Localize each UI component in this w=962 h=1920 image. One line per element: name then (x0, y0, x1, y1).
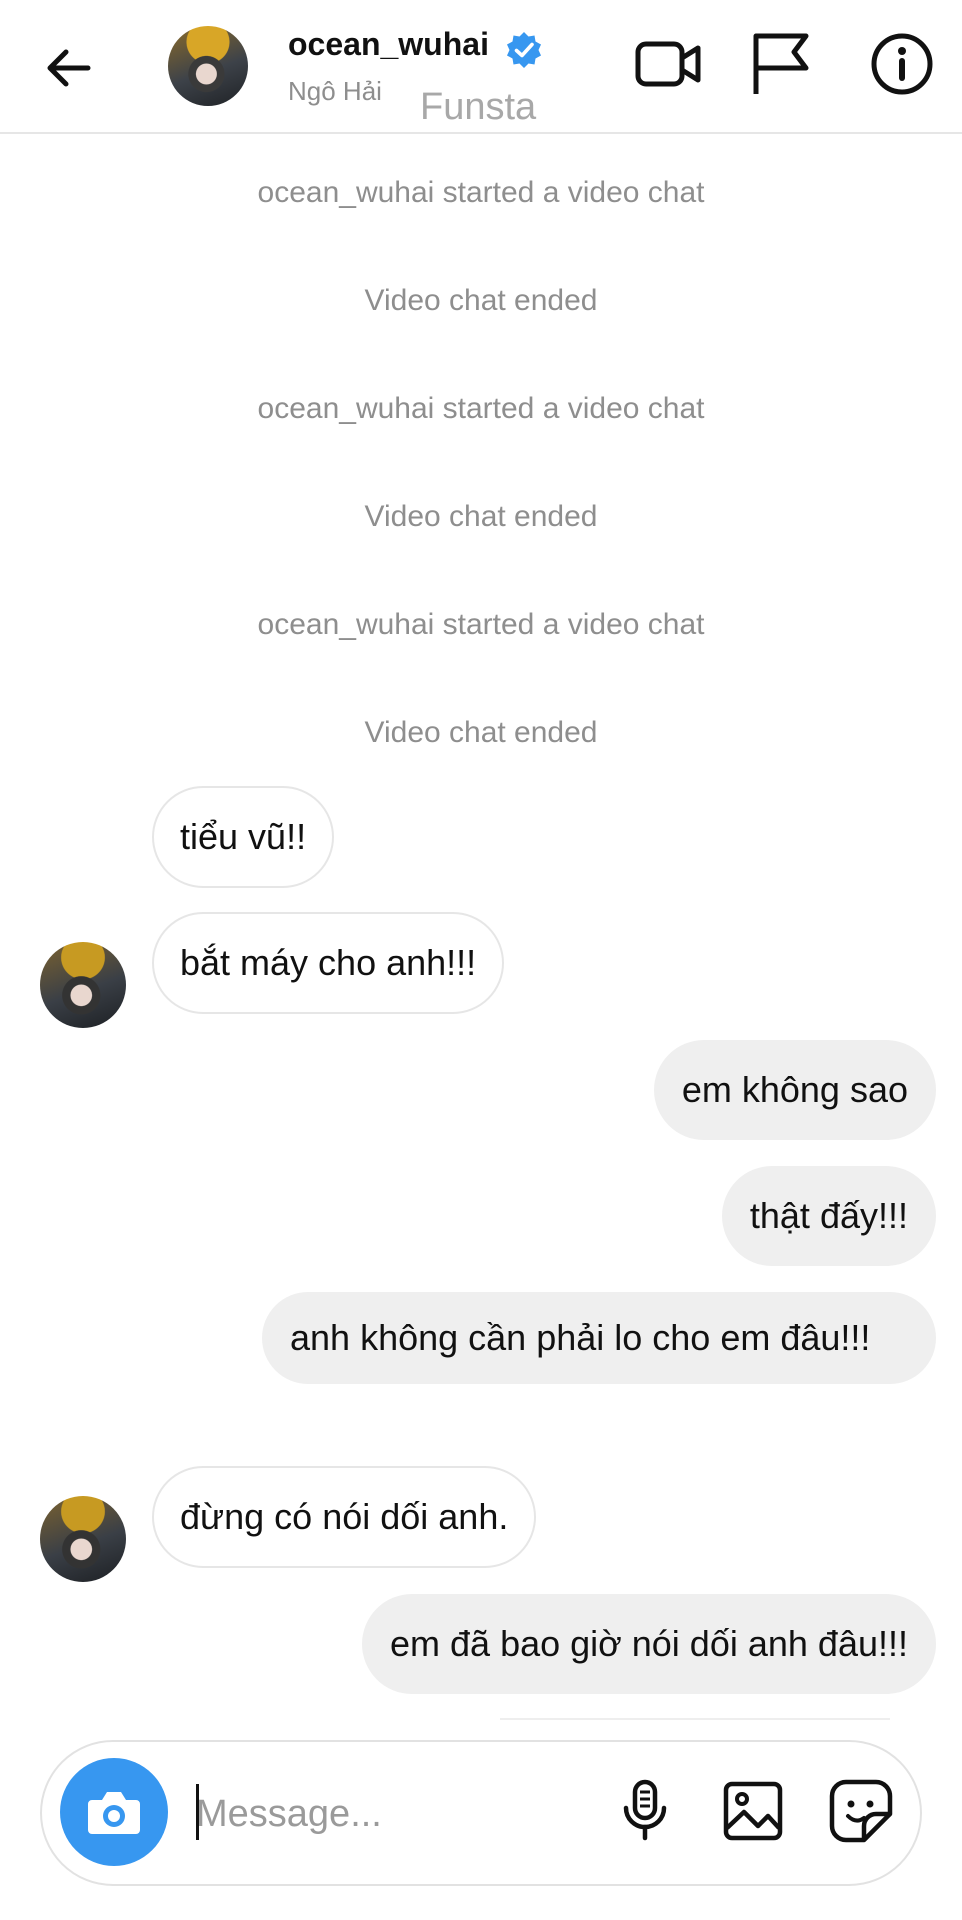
divider (500, 1718, 890, 1720)
received-message[interactable]: bắt máy cho anh!!! (152, 912, 505, 1014)
system-message: ocean_wuhai started a video chat (257, 608, 705, 641)
chat-username[interactable]: ocean_wuhai (288, 26, 489, 63)
video-call-icon[interactable] (634, 30, 702, 98)
system-message: Video chat ended (364, 500, 598, 533)
received-message[interactable]: đừng có nói dối anh. (152, 1466, 537, 1568)
back-arrow-icon[interactable] (40, 40, 96, 96)
microphone-icon[interactable] (610, 1776, 680, 1846)
header-avatar[interactable] (168, 26, 248, 106)
verified-badge-icon (507, 32, 541, 68)
system-message: Video chat ended (364, 284, 598, 317)
overlay-label: Funsta (420, 86, 537, 128)
system-message: ocean_wuhai started a video chat (257, 392, 705, 425)
received-message[interactable]: tiểu vũ!! (152, 786, 335, 888)
message-input[interactable] (194, 1772, 618, 1856)
camera-button[interactable] (60, 1758, 168, 1866)
sender-avatar[interactable] (40, 942, 126, 1028)
message-composer (40, 1740, 922, 1886)
sent-message[interactable]: thật đấy!!! (721, 1166, 936, 1266)
system-message: ocean_wuhai started a video chat (257, 176, 705, 209)
sent-message[interactable]: em đã bao giờ nói dối anh đâu!!! (362, 1594, 936, 1694)
info-icon[interactable] (868, 30, 936, 98)
sticker-icon[interactable] (826, 1776, 896, 1846)
sent-message[interactable]: em không sao (653, 1040, 936, 1140)
display-name: Ngô Hải (288, 76, 382, 106)
sender-avatar[interactable] (40, 1496, 126, 1582)
chat-header: ocean_wuhai Ngô Hải Funsta (0, 0, 962, 134)
flag-icon[interactable] (748, 30, 816, 98)
system-message: Video chat ended (364, 716, 598, 749)
image-icon[interactable] (718, 1776, 788, 1846)
sent-message[interactable]: anh không cần phải lo cho em đâu!!! (262, 1292, 936, 1384)
camera-icon (88, 1792, 140, 1834)
